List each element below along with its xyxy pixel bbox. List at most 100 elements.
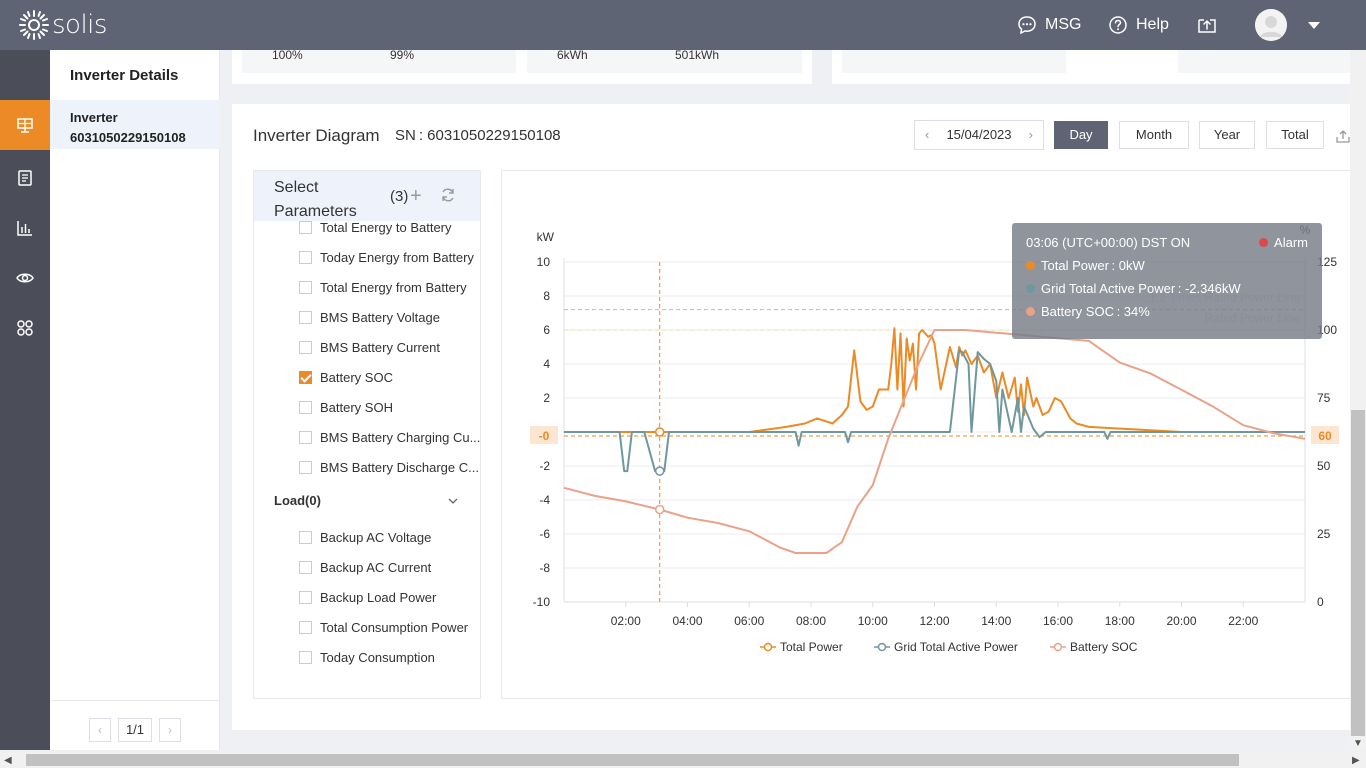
parameter-option[interactable]: Total Energy from Battery <box>299 277 467 297</box>
sidebar-item-inverter[interactable]: Inverter 6031050229150108 <box>50 100 220 149</box>
user-menu-caret-icon[interactable] <box>1308 22 1320 29</box>
y-tick-label: -10 <box>533 595 551 609</box>
legend-marker <box>877 642 887 652</box>
parameter-label: Battery SOH <box>320 399 393 415</box>
series-dot-icon <box>1026 307 1035 316</box>
sun-logo-icon <box>19 10 49 40</box>
tooltip-time: 03:06 (UTC+00:00) DST ON <box>1026 235 1191 250</box>
nav-devices[interactable] <box>0 153 50 203</box>
x-tick-label: 04:00 <box>672 614 702 628</box>
nav-plant[interactable] <box>0 100 50 150</box>
series-dot-icon <box>1026 261 1035 270</box>
vertical-scrollbar-thumb[interactable] <box>1351 410 1365 736</box>
parameter-checkbox[interactable] <box>299 250 312 264</box>
parameter-checkbox[interactable] <box>299 280 312 294</box>
prev-page-button[interactable]: ‹ <box>89 718 111 742</box>
cursor-point <box>654 427 665 437</box>
chat-icon <box>1018 16 1036 35</box>
summary-value: 501kWh <box>675 48 720 62</box>
nav-apps[interactable] <box>0 303 50 353</box>
parameter-checkbox[interactable] <box>299 370 312 384</box>
scroll-right-arrow-icon[interactable]: ▶ <box>1352 755 1360 766</box>
upload-icon <box>1198 19 1216 33</box>
date-picker[interactable]: ‹ 15/04/2023 › <box>914 120 1044 150</box>
parameter-checkbox[interactable] <box>299 400 312 414</box>
refresh-icon[interactable] <box>440 187 456 203</box>
upload-button[interactable] <box>1197 15 1225 35</box>
help-button[interactable]: Help <box>1108 15 1169 35</box>
x-tick-label: 10:00 <box>858 614 888 628</box>
parameter-option[interactable]: Battery SOC <box>299 367 393 387</box>
parameter-option[interactable]: BMS Battery Charging Cu... <box>299 427 480 447</box>
serial-number: SN : 6031050229150108 <box>395 127 561 144</box>
parameter-label: Today Energy from Battery <box>320 249 474 265</box>
parameter-option[interactable]: Backup Load Power <box>299 587 436 607</box>
nav-reports[interactable] <box>0 203 50 253</box>
parameter-option[interactable]: BMS Battery Discharge C... <box>299 457 479 477</box>
alarm-legend: Alarm <box>1259 235 1308 250</box>
scroll-down-arrow-icon[interactable]: ▼ <box>1353 738 1363 749</box>
chart-tooltip: 03:06 (UTC+00:00) DST ON Alarm Total Pow… <box>1012 223 1322 339</box>
parameter-checkbox[interactable] <box>299 560 312 574</box>
parameter-label: Battery SOC <box>320 369 393 385</box>
scroll-left-arrow-icon[interactable]: ◀ <box>4 755 12 766</box>
page-indicator: 1/1 <box>118 718 152 742</box>
parameter-label: Today Consumption <box>320 649 435 665</box>
range-year-button[interactable]: Year <box>1199 121 1255 149</box>
legend-label: Grid Total Active Power <box>894 640 1018 654</box>
add-parameter-icon[interactable]: + <box>410 186 422 206</box>
export-icon[interactable] <box>1336 129 1350 143</box>
parameter-option[interactable]: Total Consumption Power <box>299 617 468 637</box>
parameter-option[interactable]: Today Energy from Battery <box>299 247 474 267</box>
prev-date-button[interactable]: ‹ <box>925 121 929 149</box>
parameter-label: Total Consumption Power <box>320 619 469 635</box>
nav-monitor[interactable] <box>0 253 50 303</box>
y-tick-label: -4 <box>539 493 550 507</box>
solis-logo[interactable]: solis <box>18 9 107 41</box>
parameter-option[interactable]: Backup AC Current <box>299 557 431 577</box>
legend-marker <box>763 642 773 652</box>
parameter-option[interactable]: Today Consumption <box>299 647 435 667</box>
series-dot-icon <box>1026 284 1035 293</box>
y-tick-label: 6 <box>543 323 550 337</box>
parameter-checkbox[interactable] <box>299 310 312 324</box>
next-page-button[interactable]: › <box>159 718 181 742</box>
msg-button[interactable]: MSG <box>1017 15 1081 35</box>
parameter-label: Backup AC Voltage <box>320 529 432 545</box>
parameter-label: Backup Load Power <box>320 589 437 605</box>
y2-tick-label: 0 <box>1317 595 1324 609</box>
help-label: Help <box>1136 16 1169 33</box>
series-line-grid-total-active-power <box>564 349 1305 473</box>
parameter-option[interactable]: Backup AC Voltage <box>299 527 431 547</box>
parameter-checkbox[interactable] <box>299 620 312 634</box>
parameter-option[interactable]: BMS Battery Voltage <box>299 307 440 327</box>
parameter-label: Total Energy from Battery <box>320 279 467 295</box>
parameter-checkbox[interactable] <box>299 460 312 474</box>
next-date-button[interactable]: › <box>1029 121 1033 149</box>
question-icon <box>1109 16 1127 34</box>
y2-tick-label: 50 <box>1317 459 1331 473</box>
date-value: 15/04/2023 <box>946 127 1012 142</box>
parameter-label: BMS Battery Current <box>320 339 440 355</box>
range-month-button[interactable]: Month <box>1119 121 1189 149</box>
range-total-button[interactable]: Total <box>1266 121 1324 149</box>
tooltip-row-total-power: Total Power : 0kW <box>1026 258 1145 273</box>
x-tick-label: 08:00 <box>796 614 826 628</box>
parameter-checkbox[interactable] <box>299 590 312 604</box>
parameter-option[interactable]: Battery SOH <box>299 397 393 417</box>
logo-text: solis <box>52 10 107 40</box>
parameter-label: Backup AC Current <box>320 559 432 575</box>
load-group-header[interactable]: Load(0) <box>274 493 321 508</box>
chevron-down-icon[interactable] <box>447 495 459 507</box>
parameter-checkbox[interactable] <box>299 650 312 664</box>
avatar[interactable] <box>1255 9 1287 41</box>
range-day-button[interactable]: Day <box>1054 121 1108 149</box>
summary-value: 99% <box>390 48 415 62</box>
parameter-checkbox[interactable] <box>299 430 312 444</box>
horizontal-scrollbar-thumb[interactable] <box>26 754 1239 766</box>
msg-label: MSG <box>1045 16 1082 33</box>
parameter-option[interactable]: BMS Battery Current <box>299 337 440 357</box>
summary-value: 6kWh <box>557 48 588 62</box>
parameter-checkbox[interactable] <box>299 530 312 544</box>
parameter-checkbox[interactable] <box>299 340 312 354</box>
